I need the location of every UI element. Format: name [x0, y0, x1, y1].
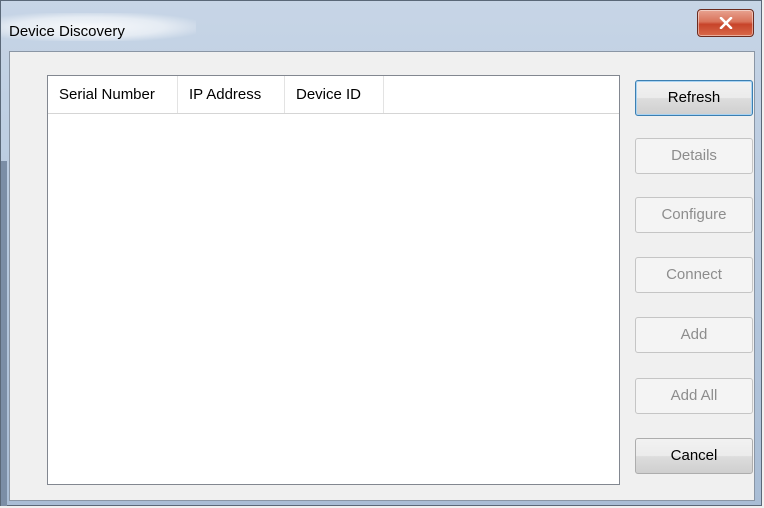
configure-button[interactable]: Configure: [635, 197, 753, 233]
column-header-serial-number[interactable]: Serial Number: [48, 76, 178, 113]
window-frame-edge: [1, 161, 7, 506]
device-list-header: Serial Number IP Address Device ID: [48, 76, 619, 114]
close-icon: [719, 17, 733, 29]
add-button[interactable]: Add: [635, 317, 753, 353]
refresh-button[interactable]: Refresh: [635, 80, 753, 116]
column-header-ip-address[interactable]: IP Address: [178, 76, 285, 113]
connect-button[interactable]: Connect: [635, 257, 753, 293]
dialog-window: Device Discovery Serial Number IP Addres…: [0, 0, 762, 506]
close-button[interactable]: [697, 9, 754, 37]
dialog-client-area: Serial Number IP Address Device ID Refre…: [9, 51, 755, 501]
details-button[interactable]: Details: [635, 138, 753, 174]
window-title: Device Discovery: [9, 23, 125, 40]
device-list[interactable]: Serial Number IP Address Device ID: [47, 75, 620, 485]
column-header-device-id[interactable]: Device ID: [285, 76, 384, 113]
add-all-button[interactable]: Add All: [635, 378, 753, 414]
cancel-button[interactable]: Cancel: [635, 438, 753, 474]
title-bar[interactable]: Device Discovery: [1, 1, 761, 49]
